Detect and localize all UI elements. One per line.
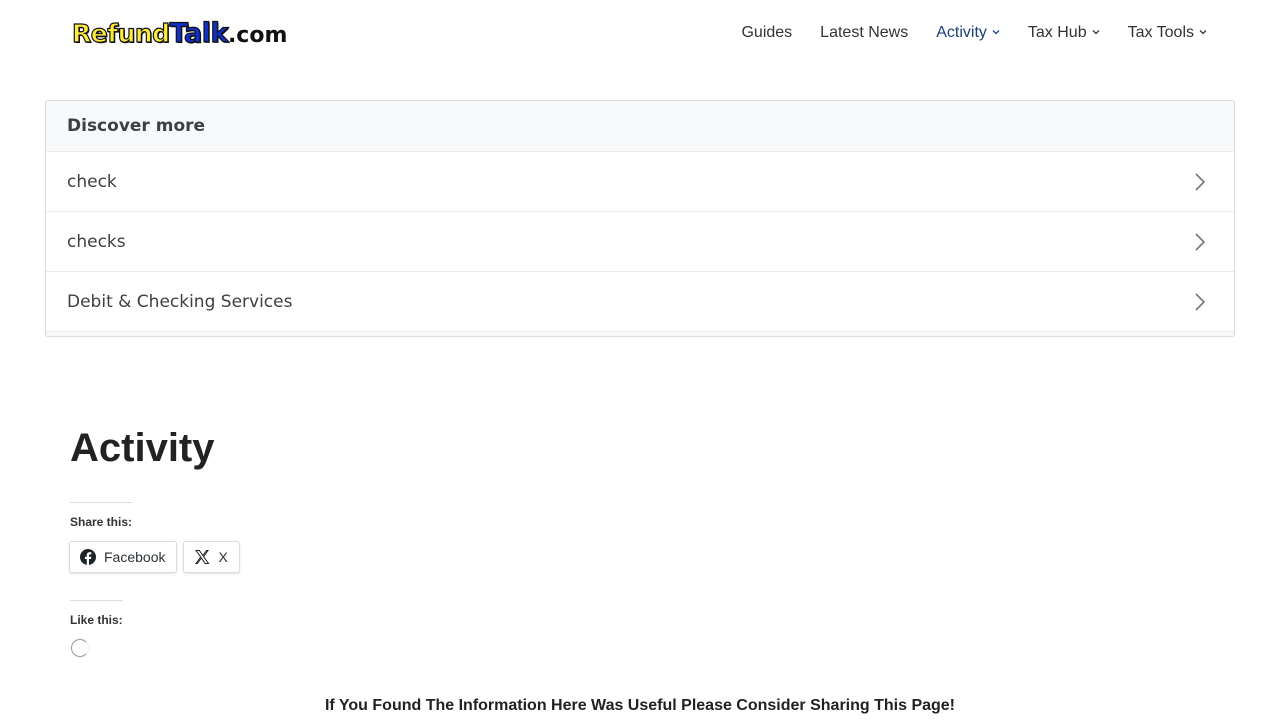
x-icon [195, 550, 210, 564]
loading-spinner-icon [71, 639, 89, 657]
chevron-right-icon [1195, 172, 1206, 191]
facebook-icon [80, 549, 96, 565]
divider [70, 502, 132, 503]
chevron-down-icon [1092, 30, 1100, 35]
logo-text-talk: Talk [169, 17, 229, 49]
site-logo[interactable]: Refund Talk .com [71, 17, 288, 49]
discover-item-label: checks [67, 231, 126, 252]
nav-item-label: Latest News [820, 24, 909, 41]
nav-item-label: Tax Hub [1027, 24, 1087, 41]
logo-text-com: .com [227, 23, 288, 48]
chevron-down-icon [992, 30, 1000, 35]
share-button-label: Facebook [104, 549, 166, 565]
logo-text-refund: Refund [71, 18, 170, 48]
chevron-right-icon [1195, 292, 1206, 311]
discover-item-check[interactable]: check [46, 151, 1234, 211]
nav-item-label: Activity [936, 24, 987, 41]
share-label: Share this: [70, 515, 133, 529]
discover-footer [46, 331, 1234, 336]
divider [70, 600, 123, 601]
nav-item-guides[interactable]: Guides [741, 24, 792, 42]
nav-item-label: Tax Tools [1127, 24, 1194, 41]
chevron-right-icon [1195, 232, 1206, 251]
discover-item-label: check [67, 171, 117, 192]
site-header: Refund Talk .com Guides Latest News Acti… [0, 0, 1280, 70]
discover-more-title: Discover more [46, 101, 1234, 151]
share-button-label: X [218, 549, 228, 565]
nav-item-latest-news[interactable]: Latest News [820, 24, 908, 42]
discover-item-debit-checking[interactable]: Debit & Checking Services [46, 271, 1234, 331]
discover-more-panel: Discover more check checks Debit & Check… [45, 100, 1235, 337]
nav-item-activity[interactable]: Activity [936, 24, 1000, 42]
like-label: Like this: [70, 613, 123, 627]
chevron-down-icon [1199, 30, 1207, 35]
discover-item-label: Debit & Checking Services [67, 291, 293, 312]
share-facebook-button[interactable]: Facebook [69, 541, 178, 573]
nav-item-label: Guides [741, 24, 793, 41]
share-cta-text: If You Found The Information Here Was Us… [324, 697, 956, 714]
share-section: Share this: Facebook X [69, 502, 240, 573]
share-x-button[interactable]: X [183, 541, 240, 573]
share-buttons: Facebook X [69, 541, 240, 573]
main-nav: Guides Latest News Activity Tax Hub Tax … [713, 24, 1207, 42]
page-title: Activity [70, 426, 215, 470]
nav-item-tax-hub[interactable]: Tax Hub [1028, 24, 1100, 42]
nav-item-tax-tools[interactable]: Tax Tools [1128, 24, 1207, 42]
discover-item-checks[interactable]: checks [46, 211, 1234, 271]
like-section: Like this: [70, 600, 123, 657]
